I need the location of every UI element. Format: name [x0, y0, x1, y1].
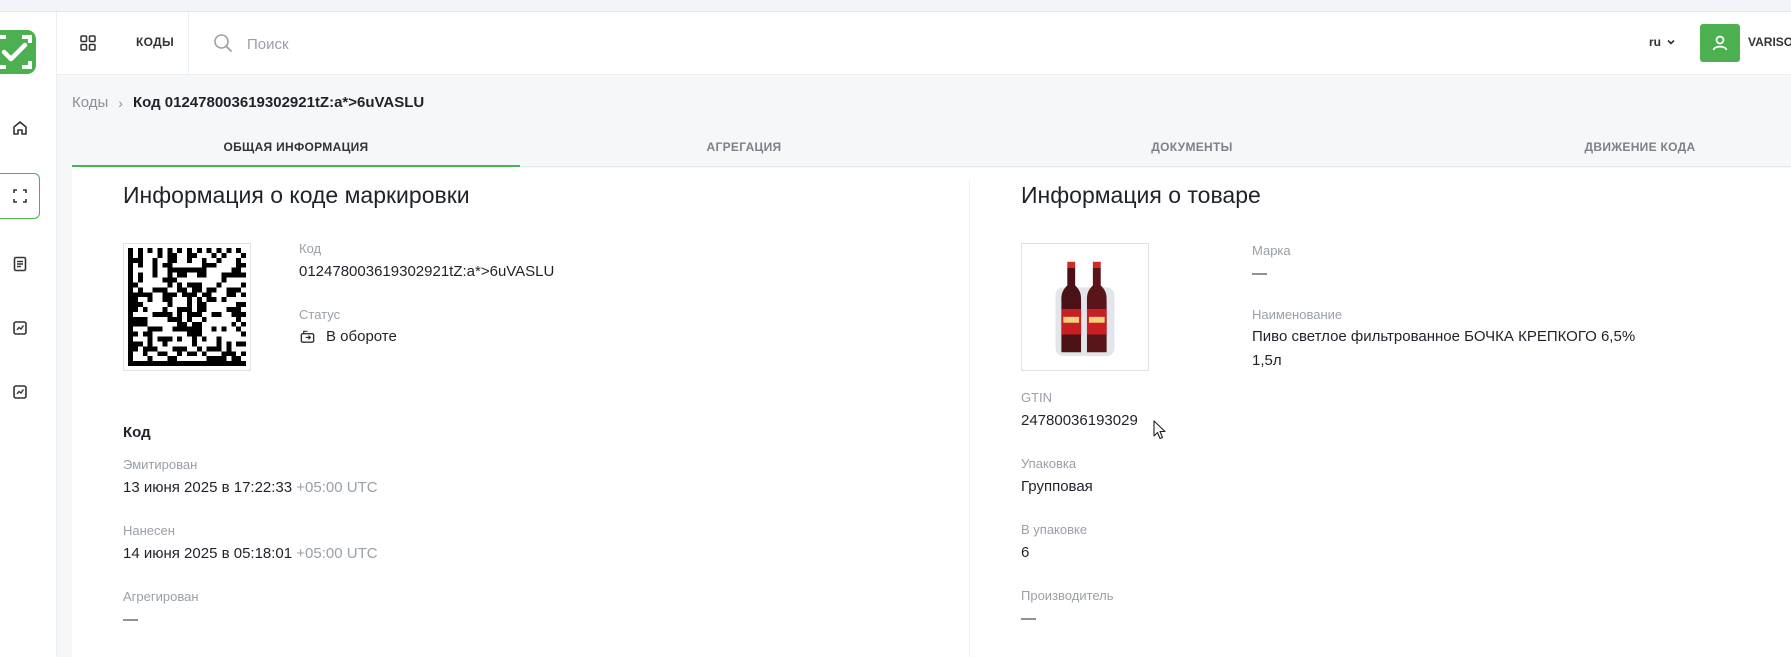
sidebar [0, 12, 57, 657]
user-avatar[interactable] [1700, 24, 1740, 62]
circulation-icon [300, 330, 315, 343]
in-package-label: В упаковке [1021, 522, 1088, 537]
status-label: Статус [299, 307, 341, 322]
applied-timezone: +05:00 UTC [296, 545, 378, 562]
tab-code-movement[interactable]: ДВИЖЕНИЕ КОДА [1416, 127, 1791, 167]
user-name[interactable]: VARISOV [1748, 35, 1791, 49]
nav-reports-1[interactable] [0, 305, 40, 351]
home-icon [13, 121, 27, 135]
search-input[interactable] [247, 30, 847, 58]
name-label: Наименование [1252, 307, 1343, 322]
emitted-label: Эмитирован [123, 457, 198, 472]
report-icon [13, 385, 27, 399]
details-card: Информация о коде маркировки Код 0124780… [72, 168, 1791, 657]
code-section-title: Код [123, 424, 151, 441]
chevron-down-icon [1667, 39, 1675, 45]
tab-documents[interactable]: ДОКУМЕНТЫ [968, 127, 1416, 167]
emitted-value: 13 июня 2025 в 17:22:33 +05:00 UTC [123, 479, 378, 496]
breadcrumb-parent[interactable]: Коды [72, 94, 108, 111]
header-divider [188, 12, 189, 75]
chevron-right-icon: › [118, 94, 123, 111]
check-frame-icon[interactable] [0, 29, 40, 76]
tabs: ОБЩАЯ ИНФОРМАЦИЯ АГРЕГАЦИЯ ДОКУМЕНТЫ ДВИ… [72, 127, 1791, 167]
section-label[interactable]: КОДЫ [136, 35, 174, 49]
mouse-cursor-icon [1153, 420, 1167, 440]
status-value: В обороте [326, 328, 397, 345]
browser-top-strip [0, 0, 1791, 12]
brand-value: — [1252, 265, 1267, 282]
apps-grid-icon[interactable] [79, 34, 97, 52]
emitted-timezone: +05:00 UTC [296, 479, 378, 496]
nav-codes[interactable] [0, 173, 40, 219]
in-package-value: 6 [1021, 544, 1030, 561]
applied-datetime: 14 июня 2025 в 05:18:01 [123, 545, 293, 562]
tab-general[interactable]: ОБЩАЯ ИНФОРМАЦИЯ [72, 127, 520, 167]
breadcrumb-current: Код 0124780036193029​21tZ:a*>6uVASLU [132, 94, 425, 111]
breadcrumb: Коды › Код 0124780036193029​21tZ:a*>6uVA… [72, 94, 424, 111]
tab-aggregation[interactable]: АГРЕГАЦИЯ [520, 127, 968, 167]
beer-pack-image [1055, 261, 1115, 357]
brand-label: Марка [1252, 243, 1291, 258]
search-icon [212, 32, 234, 54]
gtin-value: 24780036193029 [1021, 412, 1138, 429]
status-value-row: В обороте [299, 328, 397, 345]
package-label: Упаковка [1021, 456, 1077, 471]
producer-value: — [1021, 610, 1036, 627]
code-value: 0124780036193029​21tZ:a*>6uVASLU [299, 263, 555, 280]
main-content: Коды › Код 0124780036193029​21tZ:a*>6uVA… [57, 75, 1791, 657]
code-label: Код [299, 241, 322, 256]
aggregated-value: — [123, 611, 138, 628]
scan-frame-icon [12, 189, 27, 203]
report-icon [13, 321, 27, 335]
name-value-line1: Пиво светлое фильтрованное БОЧКА КРЕПКОГ… [1252, 328, 1636, 345]
producer-label: Производитель [1021, 588, 1114, 603]
language-select[interactable]: ru [1649, 35, 1676, 49]
nav-reports-2[interactable] [0, 369, 40, 415]
package-value: Групповая [1021, 478, 1093, 495]
datamatrix-code [123, 243, 251, 371]
top-header: КОДЫ ru VARISOV [57, 12, 1791, 75]
column-divider [969, 180, 970, 657]
emitted-datetime: 13 июня 2025 в 17:22:33 [123, 479, 293, 496]
user-icon [1712, 35, 1728, 51]
code-info-title: Информация о коде маркировки [123, 182, 470, 208]
nav-home[interactable] [0, 105, 40, 151]
product-image [1021, 243, 1149, 371]
nav-documents[interactable] [0, 241, 40, 287]
aggregated-label: Агрегирован [123, 589, 199, 604]
applied-value: 14 июня 2025 в 05:18:01 +05:00 UTC [123, 545, 378, 562]
document-icon [13, 256, 27, 272]
language-value: ru [1649, 35, 1661, 49]
product-info-title: Информация о товаре [1021, 182, 1261, 208]
gtin-label: GTIN [1021, 390, 1053, 405]
name-value-line2: 1,5л [1252, 352, 1282, 369]
applied-label: Нанесен [123, 523, 175, 538]
